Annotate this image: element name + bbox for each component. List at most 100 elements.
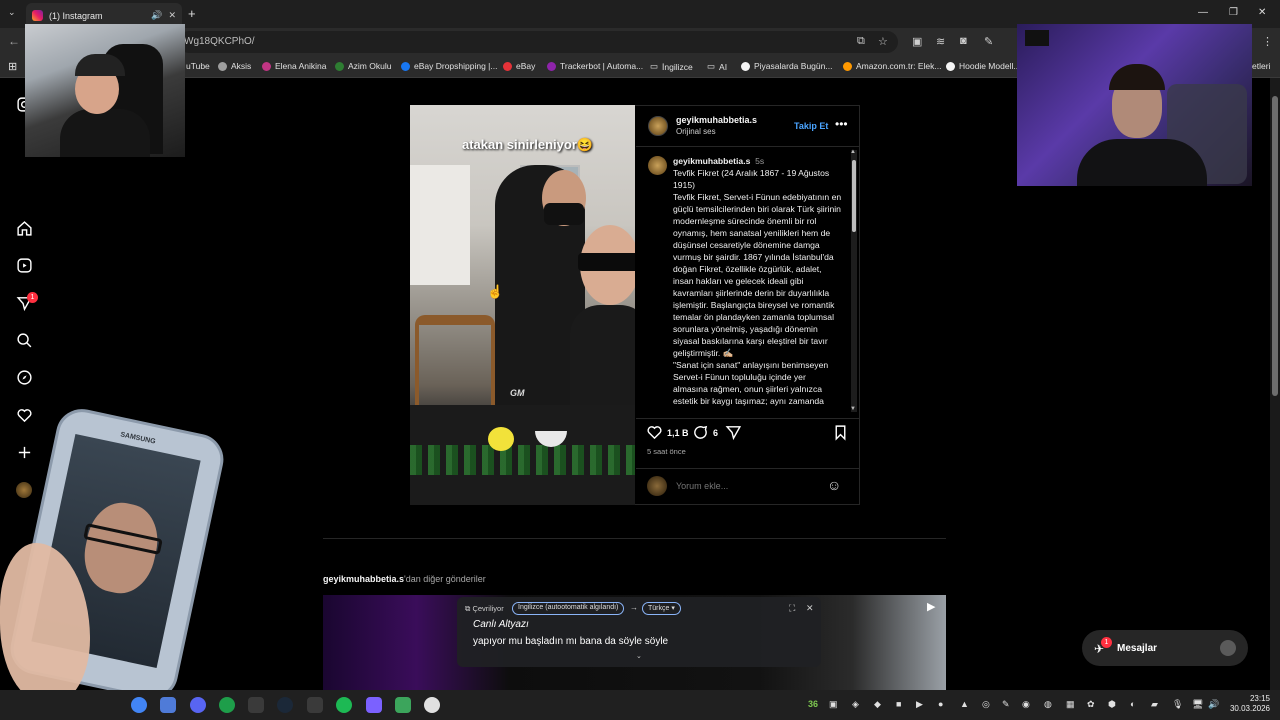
follow-button[interactable]: Takip Et bbox=[794, 121, 828, 131]
spotify-tray-icon[interactable]: ● bbox=[938, 699, 943, 709]
steam-tray-icon[interactable]: ◍ bbox=[1044, 699, 1052, 710]
install-app-icon[interactable]: ⧉ bbox=[857, 35, 865, 48]
comment-input[interactable] bbox=[676, 479, 816, 493]
tray-icon[interactable]: ■ bbox=[896, 699, 901, 709]
author-avatar[interactable] bbox=[648, 116, 668, 136]
bookmark-item[interactable]: eBay Dropshipping |... bbox=[401, 61, 497, 71]
tray-icon[interactable]: ◆ bbox=[874, 699, 881, 710]
caption-username[interactable]: geyikmuhabbetia.s bbox=[673, 156, 750, 166]
bookmark-label: etleri bbox=[1252, 61, 1271, 71]
taskbar-app-icon[interactable] bbox=[395, 697, 411, 713]
more-options-icon[interactable]: ••• bbox=[835, 117, 848, 131]
taskbar-app-icon[interactable] bbox=[307, 697, 323, 713]
tab-search-icon[interactable]: ⌄ bbox=[8, 7, 16, 18]
url-field[interactable] bbox=[178, 31, 898, 53]
more-from-heading: geyikmuhabbetia.s'dan diğer gönderiler bbox=[323, 574, 486, 584]
bookmark-item[interactable]: etleri bbox=[1252, 61, 1270, 71]
tray-icon[interactable]: ◐ bbox=[1130, 699, 1135, 709]
webcam-overlay-left bbox=[25, 24, 185, 157]
microphone-icon[interactable]: 🎙 bbox=[1172, 699, 1183, 710]
comment-count[interactable]: 6 bbox=[713, 428, 718, 438]
bookmark-folder[interactable]: ▭ İngilizce bbox=[650, 61, 693, 72]
spotify-icon[interactable] bbox=[336, 697, 352, 713]
tray-icon[interactable]: ◉ bbox=[1022, 699, 1030, 710]
maximize-icon[interactable]: ❐ bbox=[1229, 7, 1238, 18]
xbox-icon[interactable] bbox=[219, 697, 235, 713]
save-bookmark-icon[interactable] bbox=[832, 424, 849, 441]
author-username[interactable]: geyikmuhabbetia.s bbox=[676, 115, 757, 125]
obs-icon[interactable] bbox=[424, 697, 440, 713]
bookmark-favicon-icon bbox=[946, 61, 955, 71]
back-icon[interactable]: ← bbox=[8, 34, 20, 48]
speaker-icon[interactable]: 🔊 bbox=[151, 10, 162, 21]
minimize-icon[interactable]: — bbox=[1198, 7, 1208, 18]
caption-scrollbar-thumb[interactable] bbox=[852, 160, 856, 232]
extension-icon[interactable]: ≋ bbox=[936, 35, 945, 48]
chevron-down-icon[interactable]: ⌄ bbox=[636, 652, 642, 660]
scroll-down-icon[interactable]: ▼ bbox=[850, 406, 856, 412]
extension-icon[interactable]: ✎ bbox=[984, 35, 993, 48]
share-icon[interactable] bbox=[725, 424, 742, 441]
tray-icon[interactable]: ▲ bbox=[960, 699, 969, 709]
menu-icon[interactable]: ⋮ bbox=[1262, 35, 1273, 48]
tray-icon[interactable]: ◎ bbox=[982, 699, 990, 710]
discord-icon[interactable] bbox=[190, 697, 206, 713]
tray-icon[interactable]: ✎ bbox=[1002, 699, 1010, 710]
bookmark-item[interactable]: Aksis bbox=[218, 61, 251, 71]
system-clock[interactable]: 23:15 30.03.2026 bbox=[1226, 694, 1270, 714]
bookmark-favicon-icon bbox=[741, 61, 750, 71]
search-icon[interactable] bbox=[16, 332, 33, 349]
tray-icon[interactable]: ◈ bbox=[852, 699, 859, 710]
bookmark-folder[interactable]: ▭ AI bbox=[707, 61, 727, 72]
reel-badge-icon: ▶ bbox=[927, 601, 936, 613]
home-icon[interactable] bbox=[16, 220, 33, 237]
close-caption-icon[interactable]: ✕ bbox=[806, 603, 814, 614]
comment-icon[interactable] bbox=[692, 424, 709, 441]
emoji-icon[interactable]: ☺ bbox=[827, 477, 841, 493]
caption-avatar[interactable] bbox=[648, 156, 667, 175]
translate-icon[interactable]: ▣ bbox=[912, 35, 922, 48]
tray-icon[interactable]: ▶ bbox=[916, 699, 923, 710]
apps-icon[interactable]: ⊞ bbox=[8, 60, 17, 73]
target-language-select[interactable]: Türkçe ▾ bbox=[642, 602, 681, 615]
tray-icon[interactable]: ⬢ bbox=[1108, 699, 1116, 710]
tray-icon[interactable]: ✿ bbox=[1087, 699, 1095, 710]
tray-icon[interactable]: ▣ bbox=[829, 699, 838, 710]
extension-icon[interactable]: ◙ bbox=[960, 35, 967, 47]
bookmark-star-icon[interactable]: ☆ bbox=[878, 35, 888, 48]
page-scrollbar-thumb[interactable] bbox=[1272, 96, 1278, 396]
volume-icon[interactable]: 🔊 bbox=[1208, 699, 1219, 710]
tray-icon[interactable]: ▰ bbox=[1151, 699, 1158, 710]
bookmark-item[interactable]: Trackerbot | Automa... bbox=[547, 61, 643, 71]
bookmark-item[interactable]: uTube bbox=[186, 61, 210, 71]
taskbar-app-icon[interactable] bbox=[366, 697, 382, 713]
explore-icon[interactable] bbox=[16, 369, 33, 386]
close-window-icon[interactable]: ✕ bbox=[1258, 7, 1266, 18]
audio-label[interactable]: Orijinal ses bbox=[676, 127, 716, 136]
bookmark-item[interactable]: Hoodie Modell... bbox=[946, 61, 1020, 71]
scroll-up-icon[interactable]: ▲ bbox=[850, 149, 856, 155]
tray-label[interactable]: 36 bbox=[808, 699, 818, 709]
chrome-icon[interactable] bbox=[131, 697, 147, 713]
bookmark-item[interactable]: eBay bbox=[503, 61, 535, 71]
taskbar-app-icon[interactable] bbox=[160, 697, 176, 713]
bookmark-item[interactable]: Elena Anikina bbox=[262, 61, 327, 71]
more-from-username[interactable]: geyikmuhabbetia.s bbox=[323, 574, 404, 584]
expand-icon[interactable]: ⛶ bbox=[789, 603, 795, 614]
steam-icon[interactable] bbox=[277, 697, 293, 713]
bookmark-item[interactable]: Amazon.com.tr: Elek... bbox=[843, 61, 942, 71]
post-video[interactable]: atakan sinirleniyor😆 GM bbox=[410, 105, 635, 505]
like-heart-icon[interactable] bbox=[646, 424, 663, 441]
new-tab-icon[interactable]: + bbox=[188, 6, 196, 21]
epic-games-icon[interactable] bbox=[248, 697, 264, 713]
network-icon[interactable]: 🖥 bbox=[1192, 699, 1203, 710]
tray-icon[interactable]: ▦ bbox=[1066, 699, 1075, 710]
bookmark-item[interactable]: Azim Okulu bbox=[335, 61, 391, 71]
reels-icon[interactable] bbox=[16, 257, 33, 274]
source-language-chip[interactable]: İngilizce (autootomatik algılandı) bbox=[512, 602, 625, 615]
bookmark-item[interactable]: Piyasalarda Bugün... bbox=[741, 61, 832, 71]
webcam-overlay-right bbox=[1017, 24, 1252, 186]
like-count[interactable]: 1,1 B bbox=[667, 428, 689, 438]
close-tab-icon[interactable]: ✕ bbox=[168, 10, 176, 21]
bookmark-favicon-icon bbox=[262, 61, 271, 71]
